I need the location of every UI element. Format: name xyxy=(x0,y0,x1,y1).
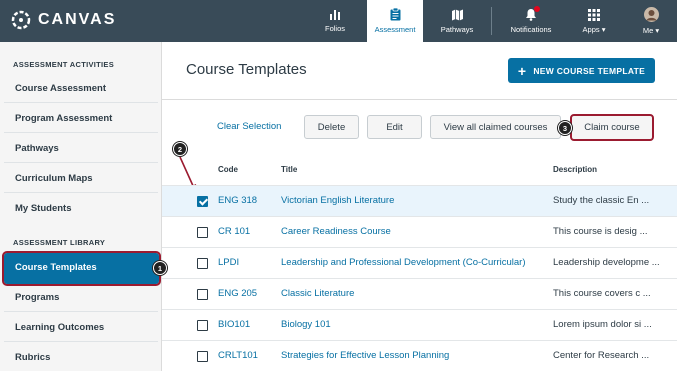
row-checkbox[interactable] xyxy=(197,351,208,362)
table-row[interactable]: ENG 318 Victorian English Literature Stu… xyxy=(162,185,677,216)
row-checkbox[interactable] xyxy=(197,258,208,269)
table-row[interactable]: ENG 205 Classic Literature This course c… xyxy=(162,278,677,309)
table-row[interactable]: CR 101 Career Readiness Course This cour… xyxy=(162,216,677,247)
row-checkbox[interactable] xyxy=(197,196,208,207)
row-description: This course is desig ... xyxy=(553,226,648,237)
row-description: This course covers c ... xyxy=(553,288,651,299)
column-header-title[interactable]: Title xyxy=(281,165,297,174)
row-code[interactable]: CRLT101 xyxy=(218,350,258,361)
column-header-code[interactable]: Code xyxy=(218,165,238,174)
table-row[interactable]: LPDI Leadership and Professional Develop… xyxy=(162,247,677,278)
row-title[interactable]: Leadership and Professional Development … xyxy=(281,257,525,268)
row-code[interactable]: LPDI xyxy=(218,257,239,268)
row-code[interactable]: BIO101 xyxy=(218,319,250,330)
column-header-description[interactable]: Description xyxy=(553,165,597,174)
row-description: Lorem ipsum dolor si ... xyxy=(553,319,652,330)
row-checkbox[interactable] xyxy=(197,289,208,300)
table-row[interactable]: CRLT101 Strategies for Effective Lesson … xyxy=(162,340,677,371)
row-title[interactable]: Career Readiness Course xyxy=(281,226,391,237)
row-checkbox[interactable] xyxy=(197,320,208,331)
row-title[interactable]: Strategies for Effective Lesson Planning xyxy=(281,350,449,361)
row-description: Leadership developme ... xyxy=(553,257,660,268)
row-description: Study the classic En ... xyxy=(553,195,650,206)
row-description: Center for Research ... xyxy=(553,350,650,361)
row-title[interactable]: Biology 101 xyxy=(281,319,331,330)
table-row[interactable]: BIO101 Biology 101 Lorem ipsum dolor si … xyxy=(162,309,677,340)
row-code[interactable]: ENG 205 xyxy=(218,288,257,299)
row-title[interactable]: Victorian English Literature xyxy=(281,195,394,206)
row-checkbox[interactable] xyxy=(197,227,208,238)
row-code[interactable]: CR 101 xyxy=(218,226,250,237)
row-code[interactable]: ENG 318 xyxy=(218,195,257,206)
row-title[interactable]: Classic Literature xyxy=(281,288,354,299)
